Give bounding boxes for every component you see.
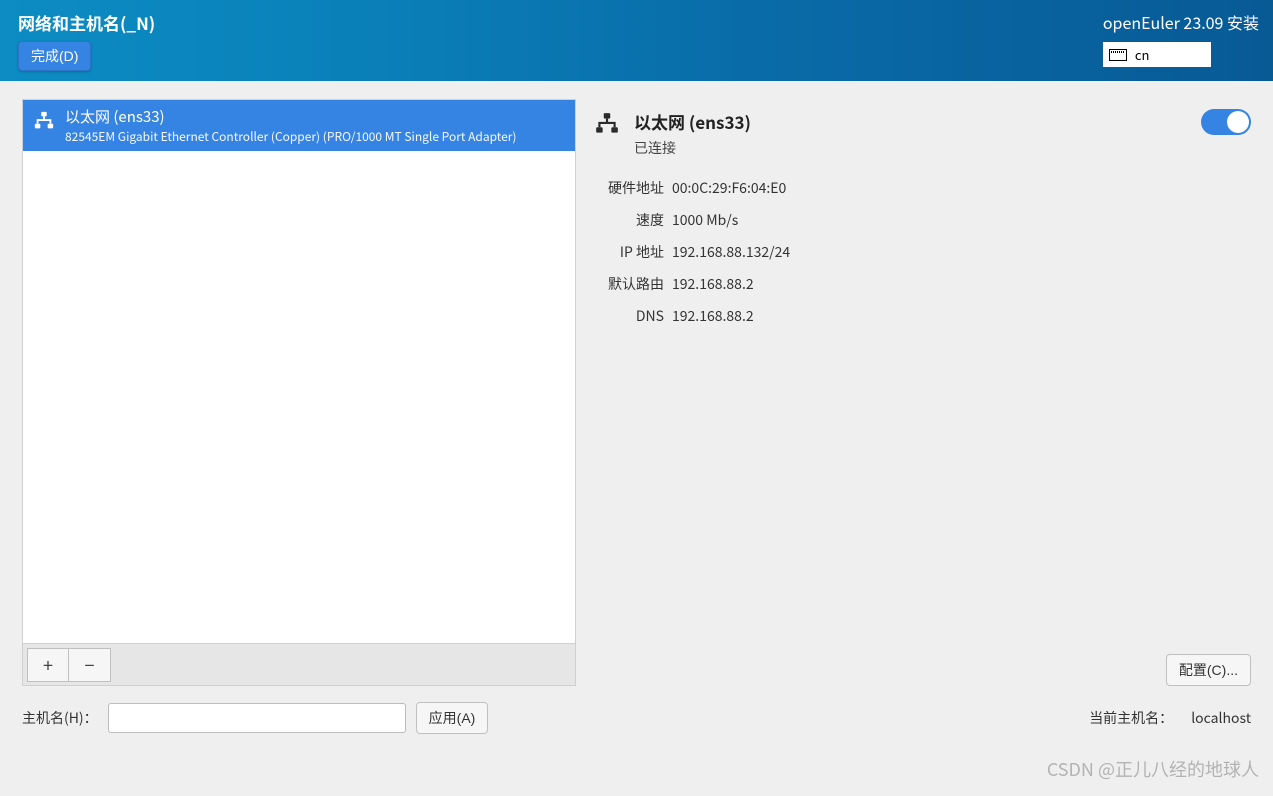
info-value-dns: 192.168.88.2: [672, 306, 1251, 326]
minus-icon: −: [85, 652, 95, 678]
info-value-gateway: 192.168.88.2: [672, 274, 1251, 294]
add-device-button[interactable]: +: [27, 648, 69, 682]
details-column: 以太网 (ens33) 已连接 硬件地址 00:0C:29:F6:04:E0 速…: [594, 99, 1251, 686]
info-value-mac: 00:0C:29:F6:04:E0: [672, 178, 1251, 198]
ethernet-icon: [33, 110, 55, 132]
device-list[interactable]: 以太网 (ens33) 82545EM Gigabit Ethernet Con…: [22, 99, 576, 644]
hostname-bar: 主机名(H)： 应用(A) 当前主机名： localhost: [0, 686, 1273, 734]
apply-hostname-button[interactable]: 应用(A): [416, 702, 489, 734]
info-value-speed: 1000 Mb/s: [672, 210, 1251, 230]
hostname-label: 主机名(H)：: [22, 708, 98, 728]
ethernet-icon: [594, 111, 620, 137]
device-list-toolbar: + −: [22, 644, 576, 686]
connection-status-row: 以太网 (ens33) 已连接: [594, 109, 1251, 158]
device-text: 以太网 (ens33) 82545EM Gigabit Ethernet Con…: [65, 106, 565, 145]
keyboard-icon: [1109, 49, 1127, 61]
configure-button[interactable]: 配置(C)...: [1166, 654, 1251, 686]
device-description: 82545EM Gigabit Ethernet Controller (Cop…: [65, 128, 565, 145]
header-bar: 网络和主机名(_N) 完成(D) openEuler 23.09 安装 cn: [0, 0, 1273, 81]
plus-icon: +: [43, 652, 53, 678]
info-label: IP 地址: [594, 242, 664, 262]
current-hostname-value: localhost: [1191, 708, 1251, 728]
current-hostname: 当前主机名： localhost: [1089, 708, 1251, 728]
connection-name: 以太网 (ens33): [634, 109, 1187, 134]
current-hostname-label: 当前主机名：: [1089, 708, 1173, 728]
distro-label: openEuler 23.09 安装: [1103, 10, 1259, 34]
info-label: 默认路由: [594, 274, 664, 294]
keyboard-layout-label: cn: [1135, 45, 1150, 64]
device-list-item[interactable]: 以太网 (ens33) 82545EM Gigabit Ethernet Con…: [23, 100, 575, 151]
device-list-column: 以太网 (ens33) 82545EM Gigabit Ethernet Con…: [22, 99, 576, 686]
content-area: 以太网 (ens33) 82545EM Gigabit Ethernet Con…: [0, 81, 1273, 686]
done-button[interactable]: 完成(D): [18, 41, 91, 71]
page-title: 网络和主机名(_N): [18, 10, 1255, 35]
keyboard-layout-indicator[interactable]: cn: [1103, 42, 1211, 67]
connection-status-text: 以太网 (ens33) 已连接: [634, 109, 1187, 158]
remove-device-button[interactable]: −: [69, 648, 111, 682]
info-value-ip: 192.168.88.132/24: [672, 242, 1251, 262]
watermark: CSDN @正儿八经的地球人: [1047, 756, 1259, 782]
connection-info-grid: 硬件地址 00:0C:29:F6:04:E0 速度 1000 Mb/s IP 地…: [594, 178, 1251, 326]
info-label: 速度: [594, 210, 664, 230]
hostname-input[interactable]: [108, 703, 406, 733]
header-right: openEuler 23.09 安装 cn: [1103, 10, 1259, 67]
connection-status: 已连接: [634, 138, 1187, 158]
info-label: 硬件地址: [594, 178, 664, 198]
info-label: DNS: [594, 306, 664, 326]
device-name: 以太网 (ens33): [65, 106, 565, 127]
connection-toggle[interactable]: [1201, 109, 1251, 135]
